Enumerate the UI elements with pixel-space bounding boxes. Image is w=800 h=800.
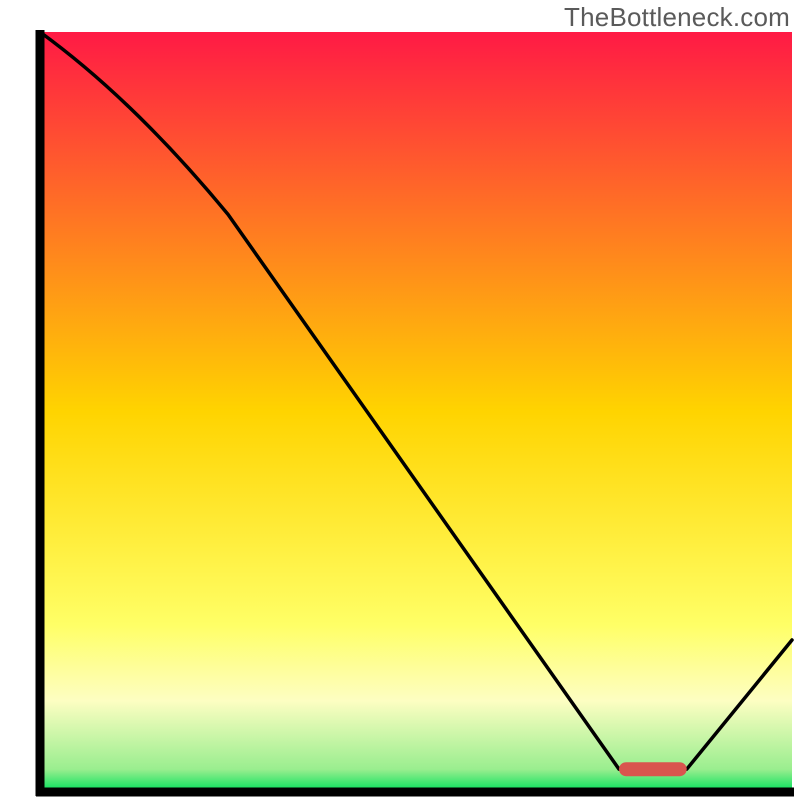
optimum-marker (619, 762, 687, 776)
chart-svg (0, 0, 800, 800)
plot-area (40, 32, 792, 792)
chart-root: TheBottleneck.com (0, 0, 800, 800)
watermark-text: TheBottleneck.com (564, 2, 790, 33)
